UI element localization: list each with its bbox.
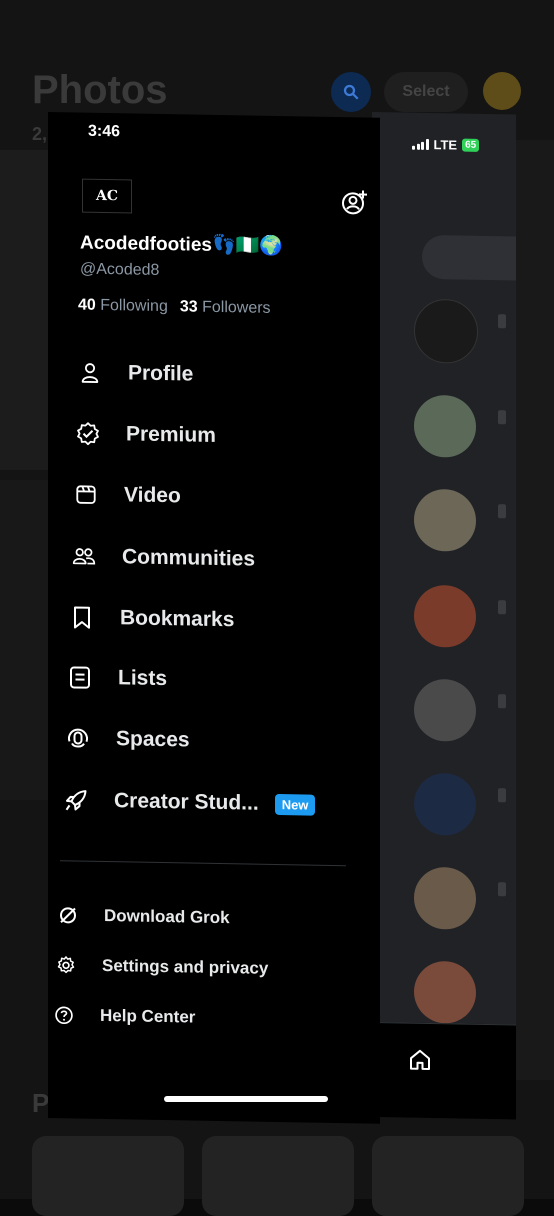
battery-icon: 65 bbox=[462, 139, 479, 152]
menu-item-lists[interactable]: Lists bbox=[68, 657, 167, 699]
following-count: 40 bbox=[78, 297, 96, 314]
followers-link[interactable]: 33 Followers bbox=[180, 298, 271, 317]
tab-bar bbox=[372, 1022, 516, 1120]
gear-icon bbox=[54, 953, 78, 977]
menu-item-label: Spaces bbox=[116, 727, 190, 752]
timeline-text bbox=[498, 694, 506, 708]
communities-icon bbox=[72, 544, 96, 568]
photo-tile bbox=[0, 480, 50, 800]
help-icon bbox=[52, 1003, 76, 1027]
timeline-text bbox=[498, 882, 506, 896]
menu-item-premium[interactable]: Premium bbox=[76, 413, 216, 455]
menu-item-label: Bookmarks bbox=[120, 606, 234, 632]
timeline-text bbox=[498, 314, 506, 328]
people-card bbox=[372, 1136, 524, 1216]
side-drawer: 3:46 AC Acodedfooties👣🇳🇬🌍 @Acoded8 40 Fo… bbox=[48, 112, 380, 1124]
menu-item-communities[interactable]: Communities bbox=[72, 536, 255, 579]
people-card bbox=[202, 1136, 354, 1216]
display-name[interactable]: Acodedfooties👣🇳🇬🌍 bbox=[80, 231, 283, 259]
menu-item-help-center[interactable]: Help Center bbox=[52, 1000, 195, 1033]
menu-item-video[interactable]: Video bbox=[74, 474, 181, 516]
followers-count: 33 bbox=[180, 298, 198, 315]
person-icon bbox=[78, 361, 102, 385]
timeline-text bbox=[498, 504, 506, 518]
profile-avatar[interactable]: AC bbox=[82, 179, 132, 214]
lists-icon bbox=[68, 665, 92, 689]
following-link[interactable]: 40 Following bbox=[78, 297, 168, 316]
menu-item-creator-studio[interactable]: Creator Stud... New bbox=[64, 780, 315, 824]
menu-divider bbox=[60, 860, 346, 866]
photo-tile bbox=[0, 150, 50, 470]
photos-title: Photos bbox=[32, 68, 168, 113]
timeline-avatar[interactable] bbox=[414, 585, 476, 648]
menu-item-label: Creator Stud... bbox=[114, 789, 259, 816]
menu-item-label: Communities bbox=[122, 545, 255, 571]
video-icon bbox=[74, 482, 98, 506]
timeline-text bbox=[498, 600, 506, 614]
photos-search-button bbox=[331, 72, 371, 112]
add-account-button[interactable] bbox=[342, 189, 368, 215]
network-label: LTE bbox=[434, 137, 458, 152]
menu-item-label: Help Center bbox=[100, 1006, 195, 1028]
menu-item-label: Profile bbox=[128, 361, 193, 386]
timeline-text bbox=[498, 788, 506, 802]
status-time: 3:46 bbox=[88, 123, 120, 142]
bookmark-icon bbox=[70, 605, 94, 629]
following-label: Following bbox=[100, 297, 168, 315]
people-card bbox=[32, 1136, 184, 1216]
timeline-search-bar[interactable] bbox=[422, 235, 516, 281]
timeline-avatar[interactable] bbox=[414, 489, 476, 552]
search-icon bbox=[342, 83, 360, 101]
grok-icon bbox=[56, 903, 80, 927]
home-icon bbox=[408, 1048, 432, 1072]
timeline-avatar[interactable] bbox=[414, 395, 476, 458]
photos-avatar bbox=[483, 72, 521, 110]
home-tab[interactable] bbox=[408, 1048, 432, 1072]
add-account-icon bbox=[342, 189, 368, 215]
menu-item-profile[interactable]: Profile bbox=[78, 353, 193, 395]
menu-item-label: Lists bbox=[118, 666, 167, 691]
timeline-avatar[interactable] bbox=[414, 867, 476, 930]
home-indicator[interactable] bbox=[164, 1096, 328, 1102]
menu-item-spaces[interactable]: Spaces bbox=[66, 718, 190, 760]
timeline-avatar[interactable] bbox=[414, 961, 476, 1024]
menu-item-settings[interactable]: Settings and privacy bbox=[54, 950, 268, 984]
timeline-avatar[interactable] bbox=[414, 299, 478, 364]
rocket-icon bbox=[64, 788, 88, 812]
verified-badge-icon bbox=[76, 421, 100, 445]
timeline-avatar[interactable] bbox=[414, 679, 476, 742]
spaces-icon bbox=[66, 726, 90, 750]
menu-item-label: Video bbox=[124, 483, 181, 508]
signal-icon bbox=[412, 139, 429, 150]
main-menu: Profile Premium Video Communities Bookma… bbox=[72, 352, 372, 357]
menu-item-label: Download Grok bbox=[104, 906, 230, 928]
menu-item-download-grok[interactable]: Download Grok bbox=[56, 900, 230, 933]
menu-item-label: Settings and privacy bbox=[102, 956, 268, 979]
timeline-text bbox=[498, 410, 506, 424]
status-bar-right: LTE 65 bbox=[412, 137, 479, 153]
followers-label: Followers bbox=[202, 299, 270, 317]
timeline-avatar[interactable] bbox=[414, 773, 476, 836]
logo-icon: AC bbox=[96, 188, 118, 204]
timeline-preview[interactable]: LTE 65 bbox=[372, 112, 516, 1120]
photos-select-button: Select bbox=[384, 72, 468, 112]
user-handle[interactable]: @Acoded8 bbox=[80, 261, 159, 280]
menu-item-bookmarks[interactable]: Bookmarks bbox=[70, 597, 234, 640]
new-badge: New bbox=[275, 793, 316, 815]
menu-item-label: Premium bbox=[126, 422, 216, 448]
photo-tile bbox=[510, 140, 554, 1080]
photos-count: 2, bbox=[32, 124, 47, 145]
follow-stats: 40 Following 33 Followers bbox=[78, 297, 271, 318]
